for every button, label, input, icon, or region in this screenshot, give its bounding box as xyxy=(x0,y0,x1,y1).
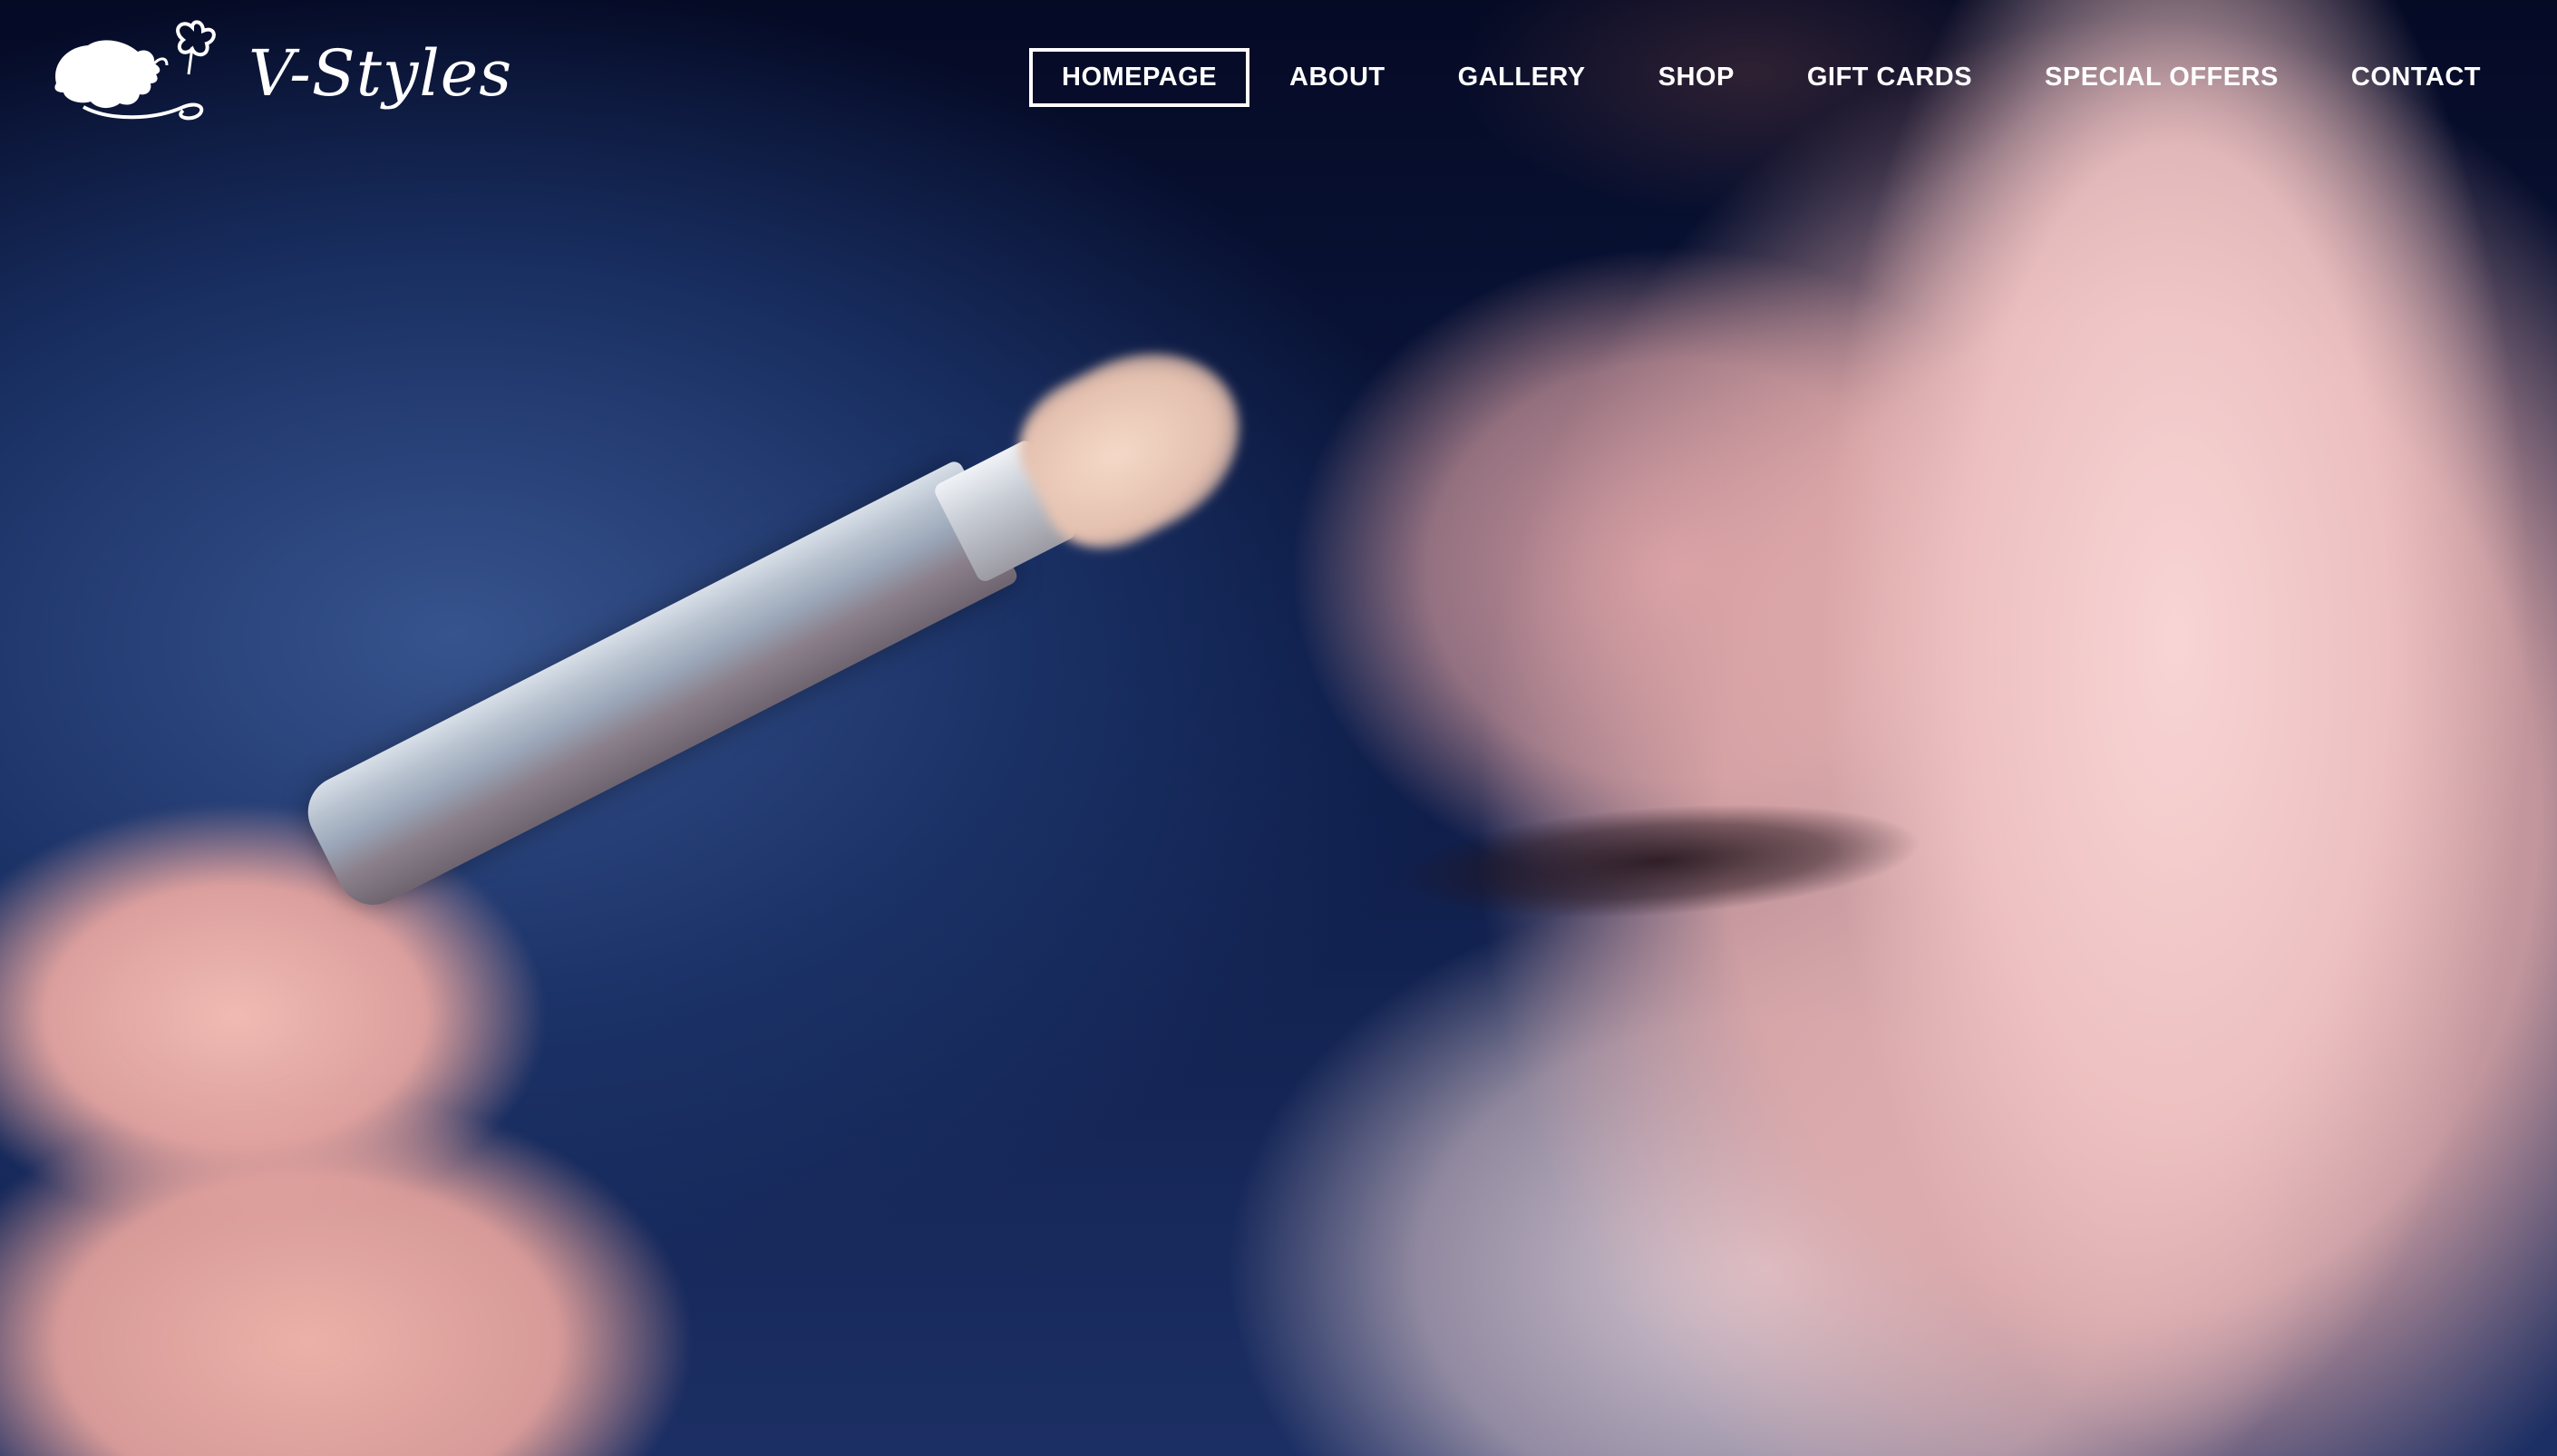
site-header: V-Styles HOMEPAGE ABOUT GALLERY SHOP GIF… xyxy=(0,0,2557,154)
nav-item-contact[interactable]: CONTACT xyxy=(2319,48,2513,107)
logo-text: V-Styles xyxy=(248,36,513,111)
hero-image-makeup-brush-eye xyxy=(0,0,2557,1456)
woman-profile-butterfly-logo-icon xyxy=(54,20,216,121)
logo-link[interactable]: V-Styles xyxy=(47,20,512,127)
hero-makeup-brush xyxy=(279,318,1271,949)
nav-item-about[interactable]: ABOUT xyxy=(1257,48,1418,107)
nav-item-gallery[interactable]: GALLERY xyxy=(1425,48,1619,107)
homepage: V-Styles HOMEPAGE ABOUT GALLERY SHOP GIF… xyxy=(0,0,2557,1456)
nav-item-homepage[interactable]: HOMEPAGE xyxy=(1029,48,1250,107)
nav-item-special-offers[interactable]: SPECIAL OFFERS xyxy=(2012,48,2311,107)
nav-item-gift-cards[interactable]: GIFT CARDS xyxy=(1774,48,2005,107)
main-nav: HOMEPAGE ABOUT GALLERY SHOP GIFT CARDS S… xyxy=(1022,48,2513,107)
nav-item-shop[interactable]: SHOP xyxy=(1626,48,1767,107)
hero-eyelashes xyxy=(1355,777,1964,982)
